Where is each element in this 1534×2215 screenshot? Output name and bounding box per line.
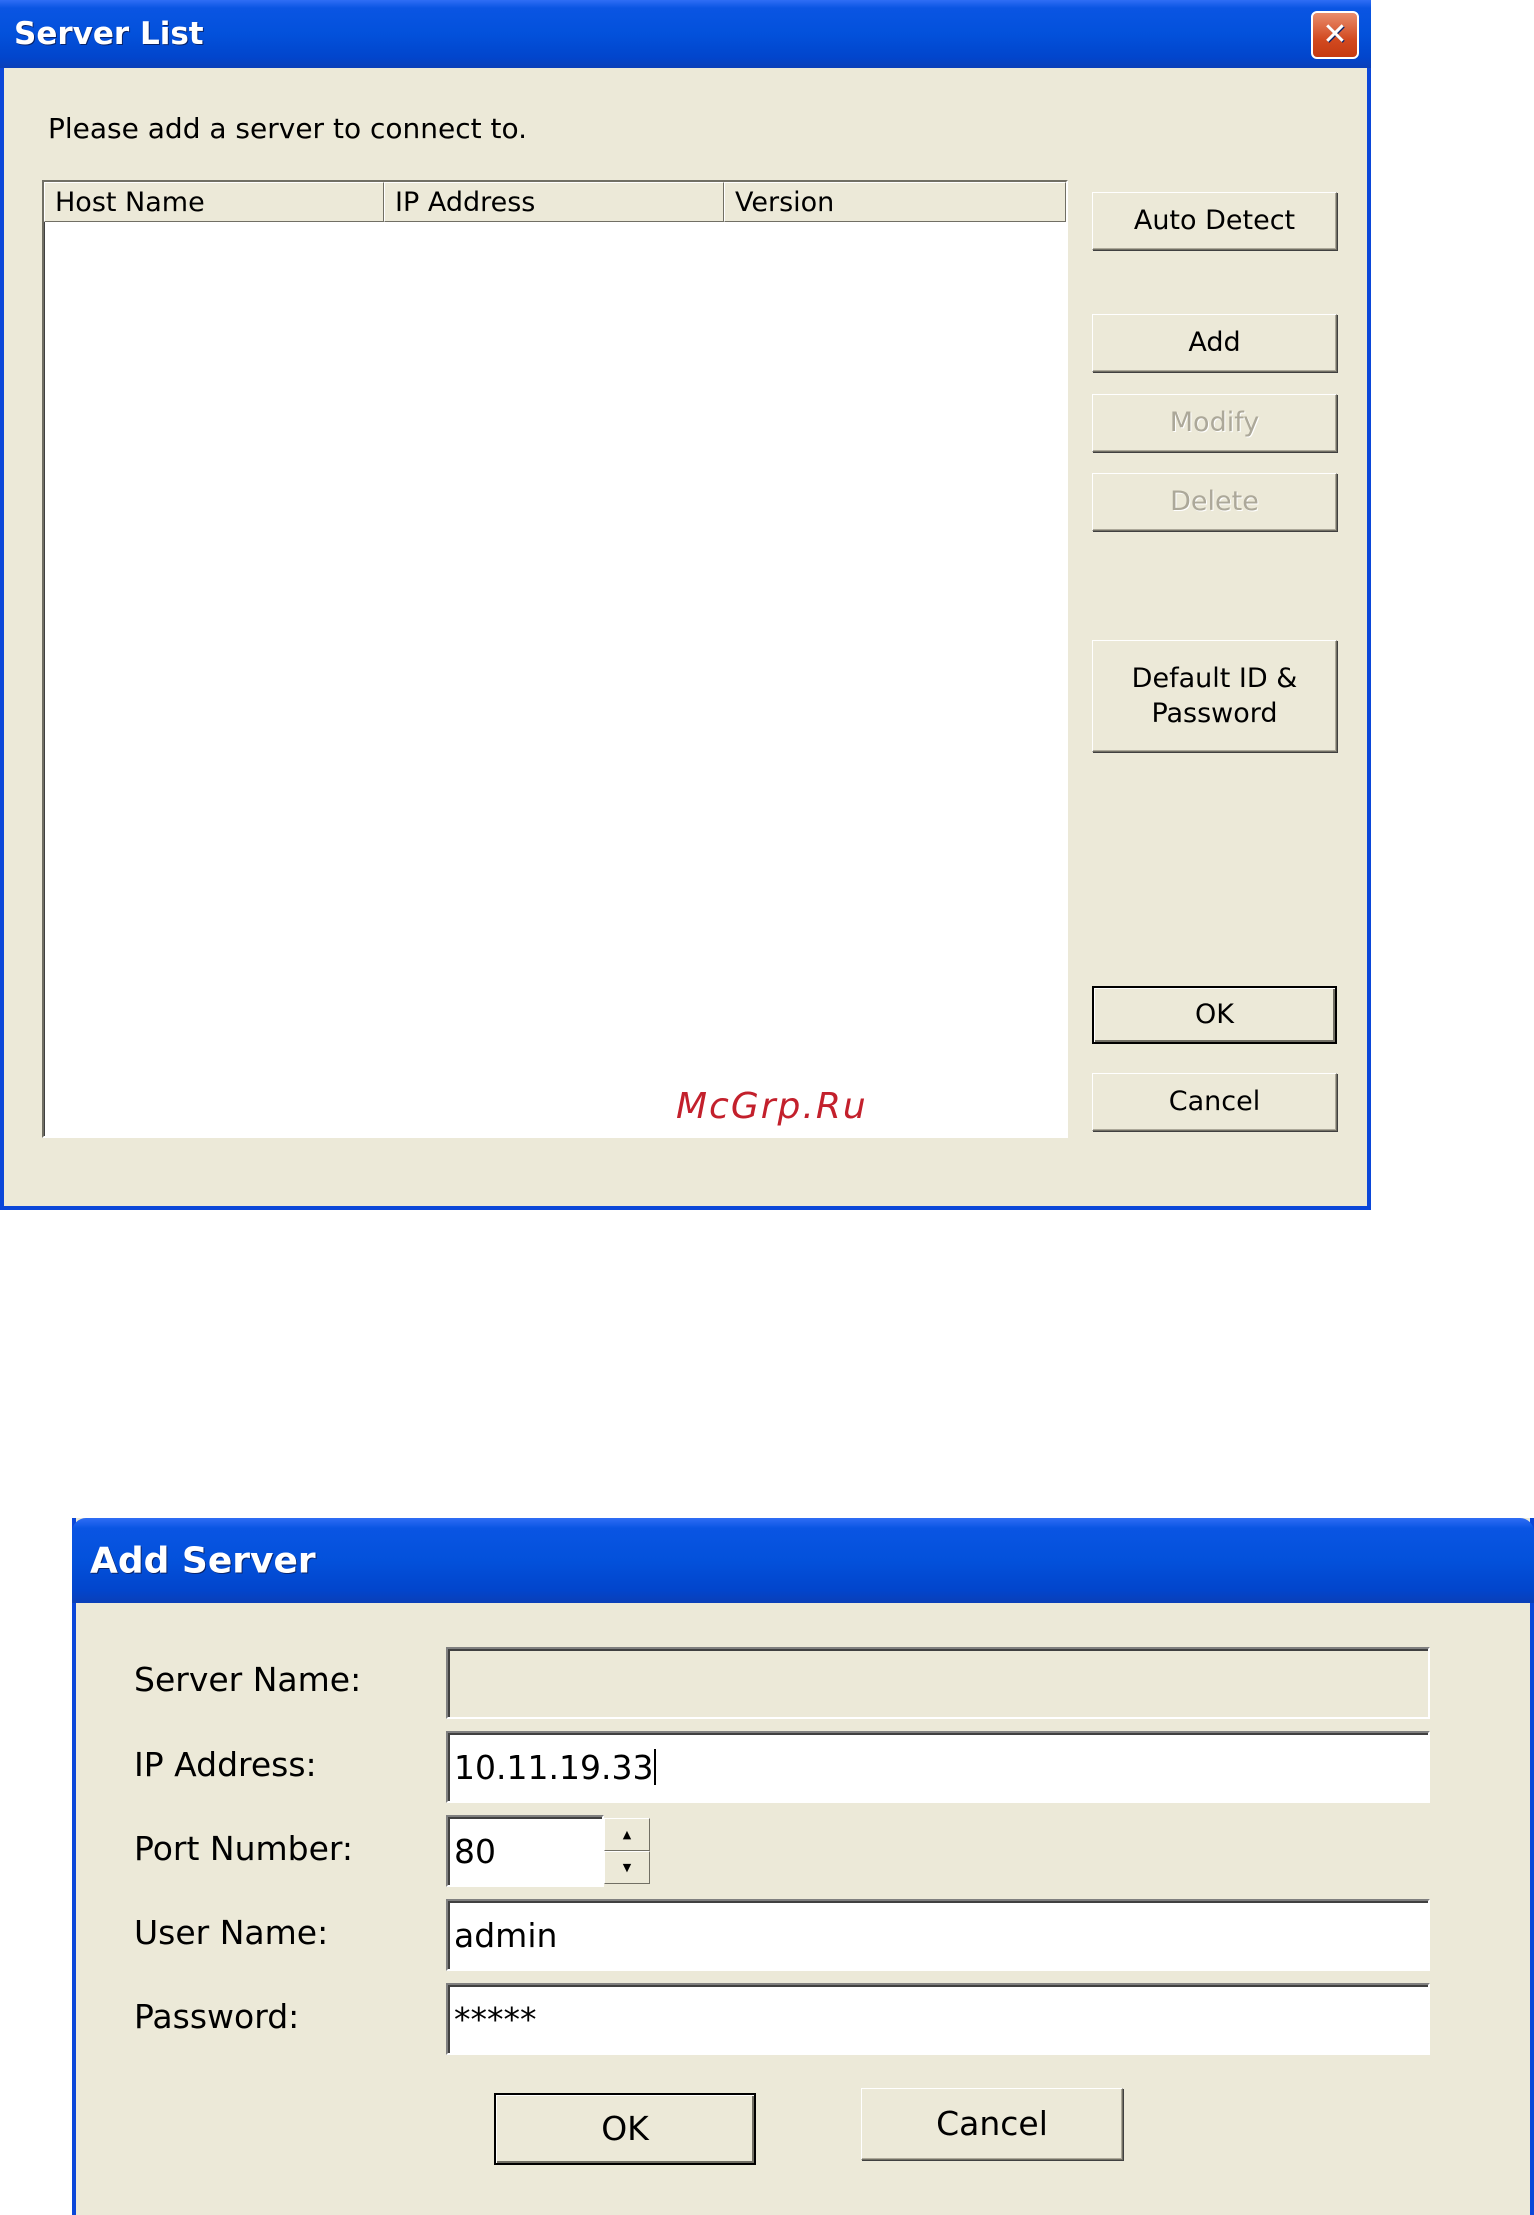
default-id-password-label-line1: Default ID &	[1131, 662, 1298, 694]
spin-down-button[interactable]: ▼	[604, 1851, 650, 1884]
close-button[interactable]: ✕	[1311, 11, 1359, 59]
column-header-host-name[interactable]: Host Name	[44, 182, 384, 222]
port-number-stepper: ▲ ▼	[604, 1818, 650, 1884]
add-server-titlebar[interactable]: Add Server	[72, 1518, 1534, 1603]
server-list-title: Server List	[14, 16, 204, 52]
default-id-password-label-line2: Password	[1151, 698, 1278, 729]
port-number-label: Port Number:	[134, 1829, 354, 1868]
ip-address-value: 10.11.19.33	[454, 1747, 654, 1787]
modify-button[interactable]: Modify	[1092, 394, 1337, 452]
column-header-version[interactable]: Version	[724, 182, 1066, 222]
add-server-ok-button[interactable]: OK	[494, 2093, 756, 2165]
add-button[interactable]: Add	[1092, 314, 1337, 372]
chevron-up-icon: ▲	[622, 1828, 632, 1841]
delete-button[interactable]: Delete	[1092, 473, 1337, 531]
server-name-label: Server Name:	[134, 1660, 362, 1699]
server-list-table[interactable]: Host Name IP Address Version	[42, 180, 1068, 1138]
add-server-title: Add Server	[90, 1540, 316, 1581]
server-list-header: Host Name IP Address Version	[44, 182, 1066, 222]
user-name-field[interactable]: admin	[446, 1899, 1430, 1971]
port-number-field[interactable]: 80	[446, 1815, 604, 1887]
server-list-titlebar[interactable]: Server List ✕	[0, 0, 1371, 68]
ip-address-label: IP Address:	[134, 1745, 317, 1784]
add-server-cancel-button[interactable]: Cancel	[861, 2088, 1123, 2160]
ok-button[interactable]: OK	[1092, 986, 1337, 1044]
server-list-window: Server List ✕ Please add a server to con…	[0, 0, 1371, 1210]
auto-detect-button[interactable]: Auto Detect	[1092, 192, 1337, 250]
cancel-button[interactable]: Cancel	[1092, 1073, 1337, 1131]
password-field[interactable]: *****	[446, 1983, 1430, 2055]
password-label: Password:	[134, 1997, 300, 2036]
user-name-label: User Name:	[134, 1913, 329, 1952]
chevron-down-icon: ▼	[622, 1861, 632, 1874]
close-icon: ✕	[1322, 17, 1348, 52]
server-list-prompt: Please add a server to connect to.	[48, 112, 528, 145]
text-caret	[654, 1749, 657, 1785]
ip-address-field[interactable]: 10.11.19.33	[446, 1731, 1430, 1803]
default-id-password-button[interactable]: Default ID & Password	[1092, 640, 1337, 752]
watermark-text: McGrp.Ru	[676, 1086, 868, 1127]
column-header-ip-address[interactable]: IP Address	[384, 182, 724, 222]
server-name-field[interactable]	[446, 1647, 1430, 1719]
spin-up-button[interactable]: ▲	[604, 1818, 650, 1851]
add-server-window: Add Server Server Name: IP Address: 10.1…	[72, 1518, 1534, 2215]
